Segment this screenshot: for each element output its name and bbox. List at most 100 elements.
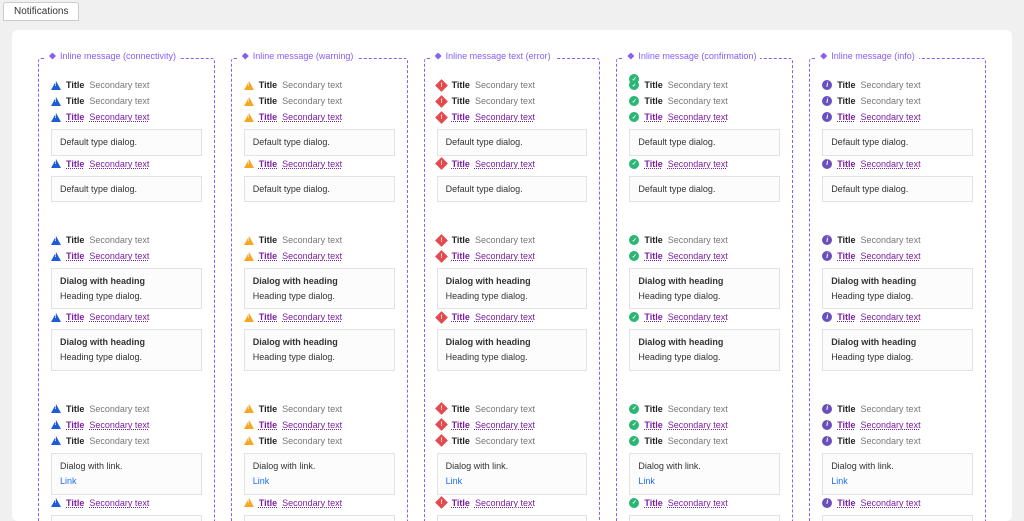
inline-message-title: Title <box>66 80 84 90</box>
inline-message-row[interactable]: TitleSecondary text <box>244 417 395 433</box>
dialog-card: Dialog with headingHeading type dialog. <box>244 268 395 309</box>
inline-message-row: TitleSecondary text <box>51 77 202 93</box>
inline-message-row[interactable]: TitleSecondary text <box>244 156 395 172</box>
inline-message-row[interactable]: TitleSecondary text <box>437 109 588 125</box>
inline-message-row[interactable]: TitleSecondary text <box>437 495 588 511</box>
inline-message-row[interactable]: TitleSecondary text <box>822 156 973 172</box>
inline-message-secondary: Secondary text <box>668 404 728 414</box>
dialog-body: Default type dialog. <box>60 183 193 196</box>
inline-message-row[interactable]: TitleSecondary text <box>822 495 973 511</box>
inline-message-row[interactable]: TitleSecondary text <box>629 417 780 433</box>
inline-message-row[interactable]: TitleSecondary text <box>629 309 780 325</box>
inline-message-row: TitleSecondary text <box>51 232 202 248</box>
warning-triangle-icon <box>51 159 61 169</box>
warning-triangle-icon <box>244 436 254 446</box>
inline-message-row[interactable]: TitleSecondary text <box>51 109 202 125</box>
dialog-heading: Dialog with heading <box>446 336 579 349</box>
inline-message-title: Title <box>837 112 855 122</box>
info-circle-icon <box>822 96 832 106</box>
inline-message-row[interactable]: TitleSecondary text <box>244 309 395 325</box>
inline-message-title: Title <box>837 436 855 446</box>
inline-message-row: TitleSecondary text <box>51 433 202 449</box>
check-circle-icon <box>629 159 639 169</box>
dialog-card: Default type dialog. <box>244 129 395 156</box>
inline-message-row[interactable]: TitleSecondary text <box>437 309 588 325</box>
dialog-card: Dialog with headingHeading type dialog. <box>629 268 780 309</box>
inline-message-title: Title <box>259 112 277 122</box>
inline-message-secondary: Secondary text <box>282 498 342 508</box>
inline-message-row[interactable]: TitleSecondary text <box>822 109 973 125</box>
inline-message-row[interactable]: TitleSecondary text <box>437 156 588 172</box>
dialog-body: Default type dialog. <box>253 183 386 196</box>
dialog-link[interactable]: Link <box>638 475 771 488</box>
inline-message-row[interactable]: TitleSecondary text <box>822 309 973 325</box>
inline-message-title: Title <box>452 312 470 322</box>
inline-message-title: Title <box>644 96 662 106</box>
inline-message-row: TitleSecondary text <box>437 232 588 248</box>
inline-message-row[interactable]: TitleSecondary text <box>244 109 395 125</box>
inline-message-secondary: Secondary text <box>89 251 149 261</box>
column-header-label: Inline message (info) <box>831 51 915 61</box>
inline-message-secondary: Secondary text <box>89 159 149 169</box>
inline-message-secondary: Secondary text <box>282 436 342 446</box>
info-circle-icon <box>822 80 832 90</box>
error-diamond-icon <box>437 251 447 261</box>
inline-message-row[interactable]: TitleSecondary text <box>437 248 588 264</box>
dialog-card: Dialog with link.Link <box>437 515 588 521</box>
inline-message-title: Title <box>837 80 855 90</box>
dialog-card: Default type dialog. <box>822 176 973 203</box>
inline-message-row[interactable]: TitleSecondary text <box>437 417 588 433</box>
inline-message-title: Title <box>644 235 662 245</box>
dialog-card: Dialog with headingHeading type dialog. <box>437 268 588 309</box>
inline-message-row[interactable]: TitleSecondary text <box>244 248 395 264</box>
dialog-link[interactable]: Link <box>253 475 386 488</box>
inline-message-row[interactable]: TitleSecondary text <box>629 248 780 264</box>
inline-message-row[interactable]: TitleSecondary text <box>629 495 780 511</box>
dialog-body: Default type dialog. <box>446 136 579 149</box>
inline-message-title: Title <box>66 112 84 122</box>
check-circle-icon <box>629 74 639 84</box>
inline-message-row[interactable]: TitleSecondary text <box>822 248 973 264</box>
component-diamond-icon <box>242 53 249 60</box>
inline-message-row[interactable]: TitleSecondary text <box>51 156 202 172</box>
error-diamond-icon <box>437 80 447 90</box>
dialog-card: Dialog with link.Link <box>822 453 973 495</box>
info-circle-icon <box>822 498 832 508</box>
info-circle-icon <box>822 404 832 414</box>
inline-message-secondary: Secondary text <box>668 436 728 446</box>
inline-message-row[interactable]: TitleSecondary text <box>51 495 202 511</box>
inline-message-secondary: Secondary text <box>475 112 535 122</box>
check-circle-icon <box>629 436 639 446</box>
check-circle-icon <box>629 498 639 508</box>
inline-message-row[interactable]: TitleSecondary text <box>51 417 202 433</box>
dialog-link[interactable]: Link <box>60 475 193 488</box>
inline-message-row[interactable]: TitleSecondary text <box>822 417 973 433</box>
tab-notifications[interactable]: Notifications <box>3 2 79 21</box>
component-diamond-icon <box>435 53 442 60</box>
inline-message-row[interactable]: TitleSecondary text <box>51 309 202 325</box>
warning-triangle-icon <box>51 420 61 430</box>
inline-message-row: TitleSecondary text <box>51 401 202 417</box>
dialog-body: Dialog with link. <box>446 460 579 473</box>
dialog-card: Default type dialog. <box>437 176 588 203</box>
dialog-card: Default type dialog. <box>51 176 202 203</box>
inline-message-secondary: Secondary text <box>475 251 535 261</box>
inline-message-row[interactable]: TitleSecondary text <box>629 156 780 172</box>
inline-message-row[interactable]: TitleSecondary text <box>51 248 202 264</box>
inline-message-secondary: Secondary text <box>282 96 342 106</box>
column-header: Inline message (warning) <box>238 51 358 61</box>
dialog-link[interactable]: Link <box>446 475 579 488</box>
column-header: Inline message (confirmation) <box>623 51 760 61</box>
error-diamond-icon <box>437 112 447 122</box>
inline-message-row[interactable]: TitleSecondary text <box>244 495 395 511</box>
component-diamond-icon <box>49 53 56 60</box>
dialog-card: Dialog with headingHeading type dialog. <box>244 329 395 370</box>
inline-message-row[interactable]: TitleSecondary text <box>629 109 780 125</box>
dialog-link[interactable]: Link <box>831 475 964 488</box>
dialog-card: Dialog with headingHeading type dialog. <box>51 268 202 309</box>
inline-message-secondary: Secondary text <box>89 498 149 508</box>
inline-message-secondary: Secondary text <box>861 96 921 106</box>
inline-message-secondary: Secondary text <box>475 436 535 446</box>
inline-message-title: Title <box>837 96 855 106</box>
dialog-heading: Dialog with heading <box>60 336 193 349</box>
